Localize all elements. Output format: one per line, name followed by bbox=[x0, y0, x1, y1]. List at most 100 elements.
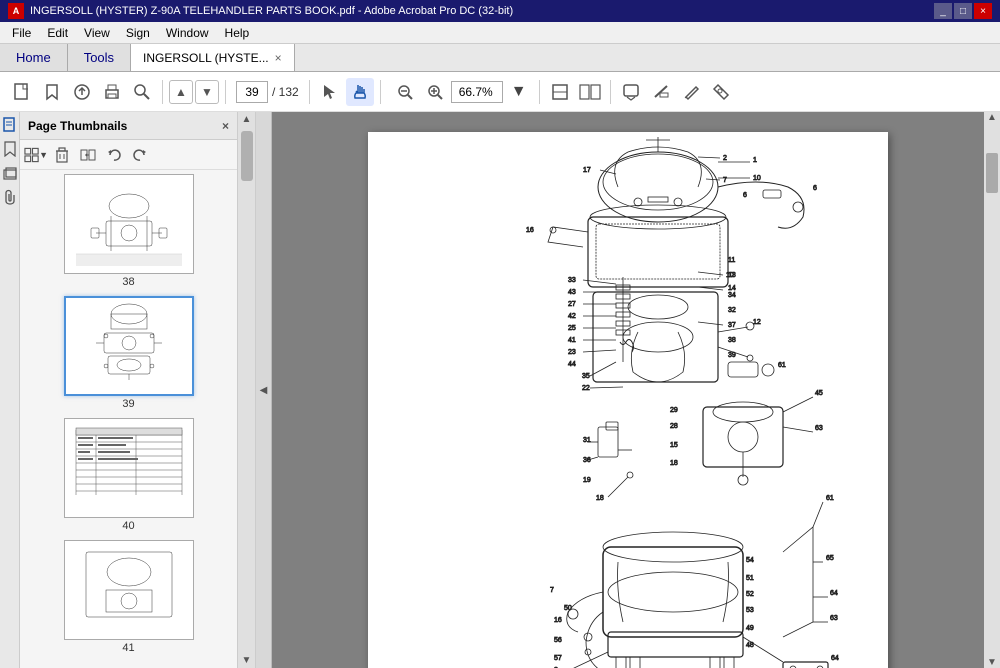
print-button[interactable] bbox=[98, 78, 126, 106]
svg-text:16: 16 bbox=[554, 617, 562, 624]
tn-insert-button[interactable] bbox=[76, 143, 100, 167]
bookmark-button[interactable] bbox=[38, 78, 66, 106]
svg-text:39: 39 bbox=[728, 352, 736, 359]
svg-text:10: 10 bbox=[753, 175, 761, 182]
svg-text:31: 31 bbox=[583, 437, 591, 444]
zoom-level-input[interactable] bbox=[451, 81, 503, 103]
separator-6 bbox=[610, 80, 611, 104]
menu-sign[interactable]: Sign bbox=[118, 24, 158, 42]
app-icon: A bbox=[8, 3, 24, 19]
zoom-in-button[interactable] bbox=[421, 78, 449, 106]
thumbnail-41[interactable]: 41 bbox=[24, 540, 233, 654]
svg-text:17: 17 bbox=[583, 167, 591, 174]
upload-button[interactable] bbox=[68, 78, 96, 106]
tn-rotate-ccw-button[interactable] bbox=[102, 143, 126, 167]
stamp-button[interactable] bbox=[707, 78, 735, 106]
zoom-out-button[interactable] bbox=[391, 78, 419, 106]
sidebar-icon-attach[interactable] bbox=[1, 188, 19, 206]
menu-file[interactable]: File bbox=[4, 24, 39, 42]
doc-scroll-up[interactable]: ▲ bbox=[987, 112, 997, 123]
tab-tools[interactable]: Tools bbox=[68, 44, 131, 71]
svg-text:43: 43 bbox=[568, 289, 576, 296]
svg-text:63: 63 bbox=[830, 615, 838, 622]
left-sidebar bbox=[0, 112, 20, 668]
doc-scroll-thumb[interactable] bbox=[986, 153, 998, 193]
scroll-thumb[interactable] bbox=[241, 131, 253, 181]
main-area: Page Thumbnails × ▼ bbox=[0, 112, 1000, 668]
thumbnail-38[interactable]: 38 bbox=[24, 174, 233, 288]
svg-text:28: 28 bbox=[670, 423, 678, 430]
doc-scrollbar[interactable]: ▲ ▼ bbox=[984, 112, 1000, 668]
doc-page: 2 7 17 6 6 bbox=[368, 132, 888, 668]
menu-help[interactable]: Help bbox=[217, 24, 258, 42]
thumbnails-panel: Page Thumbnails × ▼ bbox=[20, 112, 238, 668]
maximize-button[interactable]: □ bbox=[954, 3, 972, 19]
search-button[interactable] bbox=[128, 78, 156, 106]
menu-view[interactable]: View bbox=[76, 24, 118, 42]
thumbnails-header: Page Thumbnails × bbox=[20, 112, 237, 140]
menu-bar: File Edit View Sign Window Help bbox=[0, 22, 1000, 44]
sidebar-icon-page[interactable] bbox=[1, 116, 19, 134]
doc-scroll-down[interactable]: ▼ bbox=[987, 657, 997, 668]
minimize-button[interactable]: _ bbox=[934, 3, 952, 19]
draw-button[interactable] bbox=[677, 78, 705, 106]
tab-document[interactable]: INGERSOLL (HYSTE... × bbox=[131, 44, 295, 71]
thumbnail-40[interactable]: 40 bbox=[24, 418, 233, 532]
panel-scrollbar[interactable]: ▲ ▼ bbox=[238, 112, 256, 668]
title-bar: A INGERSOLL (HYSTER) Z-90A TELEHANDLER P… bbox=[0, 0, 1000, 22]
hand-tool-button[interactable] bbox=[346, 78, 374, 106]
separator-5 bbox=[539, 80, 540, 104]
sidebar-icon-layers[interactable] bbox=[1, 164, 19, 182]
tab-close-button[interactable]: × bbox=[275, 51, 282, 65]
close-button[interactable]: × bbox=[974, 3, 992, 19]
select-tool-button[interactable] bbox=[316, 78, 344, 106]
sidebar-icon-bookmark[interactable] bbox=[1, 140, 19, 158]
scroll-up-arrow[interactable]: ▲ bbox=[238, 112, 255, 127]
page-number-input[interactable] bbox=[236, 81, 268, 103]
svg-text:35: 35 bbox=[582, 373, 590, 380]
doc-viewer[interactable]: 2 7 17 6 6 bbox=[272, 112, 984, 668]
tab-home[interactable]: Home bbox=[0, 44, 68, 71]
svg-text:65: 65 bbox=[826, 555, 834, 562]
scroll-down-arrow[interactable]: ▼ bbox=[238, 653, 255, 668]
thumbnail-label-41: 41 bbox=[122, 642, 134, 654]
reading-mode-button[interactable] bbox=[576, 78, 604, 106]
svg-text:27: 27 bbox=[568, 301, 576, 308]
menu-window[interactable]: Window bbox=[158, 24, 217, 42]
svg-text:14: 14 bbox=[728, 285, 736, 292]
thumbnails-scroll[interactable]: 38 bbox=[20, 170, 237, 668]
fit-page-button[interactable] bbox=[546, 78, 574, 106]
thumbnail-img-40 bbox=[64, 418, 194, 518]
collapse-sidebar-button[interactable]: ◀ bbox=[256, 112, 272, 668]
svg-text:64: 64 bbox=[831, 655, 839, 662]
svg-text:54: 54 bbox=[746, 557, 754, 564]
svg-text:64: 64 bbox=[830, 590, 838, 597]
thumbnail-label-40: 40 bbox=[122, 520, 134, 532]
new-file-button[interactable] bbox=[8, 78, 36, 106]
thumbnail-img-39 bbox=[64, 296, 194, 396]
page-next-button[interactable]: ▼ bbox=[195, 80, 219, 104]
separator-1 bbox=[162, 80, 163, 104]
separator-4 bbox=[380, 80, 381, 104]
menu-edit[interactable]: Edit bbox=[39, 24, 76, 42]
tn-delete-button[interactable] bbox=[50, 143, 74, 167]
thumbnail-39[interactable]: 39 bbox=[24, 296, 233, 410]
tab-bar: Home Tools INGERSOLL (HYSTE... × bbox=[0, 44, 1000, 72]
thumbnails-close-button[interactable]: × bbox=[222, 119, 229, 133]
svg-text:32: 32 bbox=[728, 307, 736, 314]
window-controls: _ □ × bbox=[934, 3, 992, 19]
svg-text:10: 10 bbox=[726, 272, 734, 279]
page-nav: / 132 bbox=[236, 81, 299, 103]
svg-text:29: 29 bbox=[670, 407, 678, 414]
tn-size-button[interactable]: ▼ bbox=[24, 143, 48, 167]
page-prev-button[interactable]: ▲ bbox=[169, 80, 193, 104]
zoom-dropdown-button[interactable]: ▼ bbox=[505, 78, 533, 106]
highlight-button[interactable] bbox=[647, 78, 675, 106]
thumbnails-toolbar: ▼ bbox=[20, 140, 237, 170]
tab-document-label: INGERSOLL (HYSTE... bbox=[143, 51, 269, 65]
svg-text:19: 19 bbox=[583, 477, 591, 484]
tn-rotate-cw-button[interactable] bbox=[128, 143, 152, 167]
svg-text:56: 56 bbox=[554, 637, 562, 644]
title-bar-text: INGERSOLL (HYSTER) Z-90A TELEHANDLER PAR… bbox=[30, 5, 934, 17]
comment-button[interactable] bbox=[617, 78, 645, 106]
